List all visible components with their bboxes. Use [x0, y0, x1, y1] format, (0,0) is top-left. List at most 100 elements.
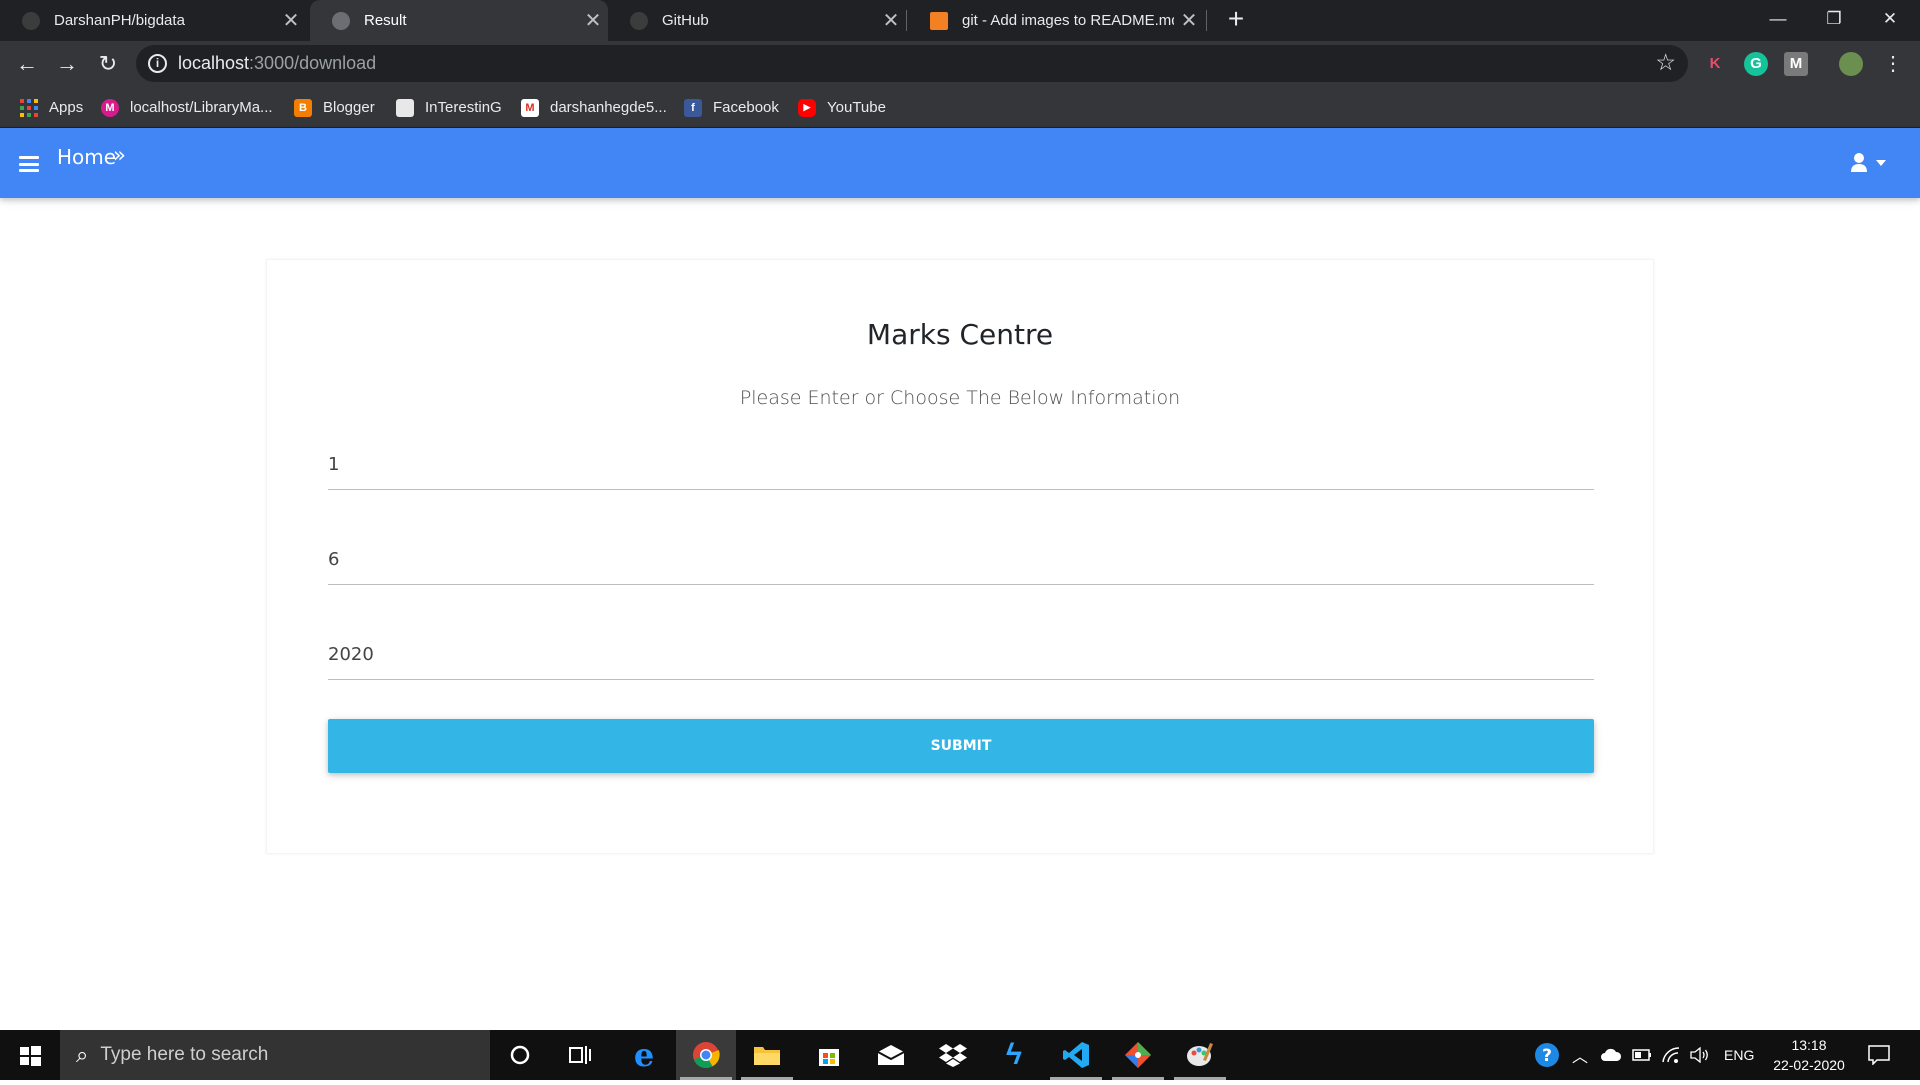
year-field[interactable]	[328, 630, 1594, 680]
cortana-icon	[510, 1045, 530, 1065]
git-icon	[1125, 1042, 1151, 1068]
bookmark-star-icon[interactable]: ☆	[1655, 49, 1676, 76]
tray-overflow[interactable]: ︿	[1572, 1030, 1588, 1080]
windows-taskbar: ⌕ Type here to search e ϟ ? ︿ ENG 13:18 …	[0, 1030, 1920, 1080]
bookmark-label: InTerestinG	[425, 99, 502, 116]
bookmark-label: Apps	[49, 99, 84, 116]
cloud-icon	[1601, 1048, 1622, 1061]
close-tab-icon[interactable]: ✕	[1174, 8, 1204, 33]
tray-onedrive[interactable]	[1600, 1030, 1622, 1080]
taskbar-paint[interactable]	[1170, 1030, 1230, 1080]
submit-button[interactable]: SUBMIT	[328, 719, 1594, 773]
address-bar[interactable]: i localhost:3000/download ☆	[136, 45, 1688, 82]
chrome-icon	[693, 1042, 720, 1069]
back-button[interactable]: ←	[10, 47, 44, 81]
url-path: :3000/download	[249, 53, 377, 73]
tab-separator	[906, 10, 907, 31]
close-tab-icon[interactable]: ✕	[876, 8, 906, 33]
breadcrumb-home[interactable]: Home	[57, 145, 116, 169]
bookmark-facebook[interactable]: f Facebook	[684, 87, 779, 128]
tray-volume[interactable]	[1690, 1030, 1710, 1080]
minimize-window-button[interactable]: —	[1750, 0, 1806, 41]
bookmarks-bar: Apps M localhost/LibraryMa... B Blogger …	[0, 87, 1920, 128]
forward-button[interactable]: →	[50, 47, 84, 81]
user-icon	[1851, 153, 1886, 172]
tab-title: git - Add images to README.md	[962, 12, 1174, 29]
tab-darshanph-bigdata[interactable]: DarshanPH/bigdata ✕	[0, 0, 306, 41]
vscode-icon	[1063, 1042, 1089, 1068]
tab-result[interactable]: Result ✕	[310, 0, 608, 41]
bookmark-blogger[interactable]: B Blogger	[294, 87, 375, 128]
clock-time: 13:18	[1791, 1037, 1827, 1053]
taskbar-mail[interactable]	[861, 1030, 921, 1080]
stackoverflow-icon	[930, 11, 948, 30]
bookmark-label: localhost/LibraryMa...	[130, 99, 273, 116]
bookmark-library[interactable]: M localhost/LibraryMa...	[101, 87, 273, 128]
blogger-icon: B	[294, 98, 312, 117]
form-subtitle: Please Enter or Choose The Below Informa…	[739, 387, 1181, 409]
reload-button[interactable]: ↻	[91, 47, 125, 81]
grammarly-extension-icon[interactable]: G	[1744, 52, 1768, 76]
start-button[interactable]	[0, 1030, 60, 1080]
bookmark-label: Facebook	[713, 99, 779, 116]
month-field[interactable]	[328, 535, 1594, 585]
taskbar-edge[interactable]: e	[614, 1030, 674, 1080]
site-info-icon[interactable]: i	[148, 54, 167, 73]
tab-git-readme[interactable]: git - Add images to README.md ✕	[908, 0, 1204, 41]
extension-k-icon[interactable]: K	[1703, 52, 1727, 76]
tray-language[interactable]: ENG	[1724, 1030, 1754, 1080]
windows-logo-icon	[20, 1046, 41, 1066]
browser-menu-icon[interactable]: ⋮	[1876, 47, 1910, 81]
mail-icon	[877, 1045, 905, 1065]
tray-wifi[interactable]	[1662, 1030, 1680, 1080]
taskbar-vscode[interactable]	[1046, 1030, 1106, 1080]
bookmark-youtube[interactable]: ▶ YouTube	[798, 87, 886, 128]
tray-clock[interactable]: 13:18 22-02-2020	[1762, 1035, 1856, 1075]
restore-window-button[interactable]: ❐	[1806, 0, 1862, 41]
folder-icon	[754, 1047, 780, 1065]
semester-field[interactable]	[328, 440, 1594, 490]
dropbox-icon	[939, 1044, 967, 1067]
search-icon: ⌕	[76, 1042, 89, 1067]
breadcrumb-separator: »	[113, 143, 126, 167]
apps-grid-icon	[20, 98, 38, 117]
task-view-button[interactable]	[550, 1030, 610, 1080]
hamburger-menu-icon[interactable]	[19, 156, 39, 172]
taskbar-store[interactable]	[799, 1030, 859, 1080]
speaker-icon	[1690, 1047, 1708, 1063]
bookmark-apps[interactable]: Apps	[20, 87, 83, 128]
taskbar-search-box[interactable]: ⌕ Type here to search	[60, 1030, 490, 1080]
user-menu-button[interactable]	[1850, 152, 1892, 174]
taskbar-file-explorer[interactable]	[737, 1030, 797, 1080]
github-icon	[630, 11, 648, 30]
address-url[interactable]: localhost:3000/download	[178, 53, 376, 74]
bookmark-interesting[interactable]: InTerestinG	[396, 87, 502, 128]
edge-icon: e	[633, 1036, 655, 1074]
bookmark-gmail[interactable]: M darshanhegde5...	[521, 87, 667, 128]
wifi-icon	[1662, 1047, 1680, 1063]
extension-m-icon[interactable]: M	[1784, 52, 1808, 76]
tab-github[interactable]: GitHub ✕	[608, 0, 906, 41]
taskbar-chrome[interactable]	[676, 1030, 736, 1080]
close-tab-icon[interactable]: ✕	[578, 8, 608, 33]
tab-title: Result	[364, 12, 407, 29]
facebook-icon: f	[684, 98, 702, 117]
battery-icon	[1632, 1049, 1651, 1061]
tray-help[interactable]: ?	[1533, 1030, 1561, 1080]
close-tab-icon[interactable]: ✕	[276, 8, 306, 33]
bookmark-label: Blogger	[323, 99, 375, 116]
browser-tab-strip: DarshanPH/bigdata ✕ Result ✕ GitHub ✕ gi…	[0, 0, 1920, 41]
taskbar-git-client[interactable]	[1108, 1030, 1168, 1080]
caret-down-icon	[1876, 160, 1886, 166]
search-placeholder: Type here to search	[100, 1044, 269, 1065]
tray-battery[interactable]	[1632, 1030, 1652, 1080]
action-center-button[interactable]	[1868, 1030, 1890, 1080]
youtube-icon: ▶	[798, 98, 816, 117]
close-window-button[interactable]: ✕	[1862, 0, 1918, 41]
taskbar-dropbox[interactable]	[923, 1030, 983, 1080]
interesting-icon	[396, 98, 414, 117]
new-tab-button[interactable]: +	[1220, 4, 1252, 36]
profile-avatar[interactable]	[1839, 52, 1863, 76]
cortana-button[interactable]	[490, 1030, 550, 1080]
taskbar-visual-studio[interactable]: ϟ	[984, 1030, 1044, 1080]
